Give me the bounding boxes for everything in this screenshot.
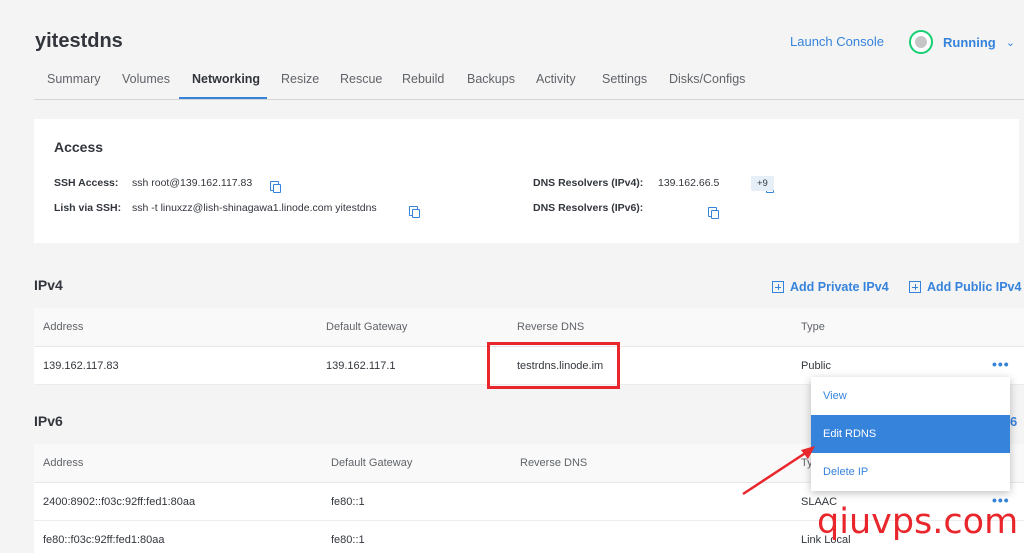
plus-box-icon [772, 281, 784, 293]
column-header: Type [801, 321, 825, 333]
plus-box-icon [909, 281, 921, 293]
ssh-access-value: ssh root@139.162.117.83 [132, 177, 253, 189]
ssh-access-label: SSH Access: [54, 177, 119, 189]
ip-address: 2400:8902::f03c:92ff:fed1:80aa [43, 496, 196, 508]
status-dropdown[interactable]: Running ⌄ [909, 30, 1015, 54]
access-heading: Access [54, 139, 104, 155]
add-public-ipv4-label: Add Public IPv4 [927, 280, 1022, 294]
tab-networking[interactable]: Networking [192, 72, 260, 86]
tab-rebuild[interactable]: Rebuild [402, 72, 444, 86]
tab-volumes[interactable]: Volumes [122, 72, 170, 86]
tab-bar: Summary Volumes Networking Resize Rescue… [34, 60, 1024, 100]
chevron-down-icon: ⌄ [1005, 36, 1015, 49]
lish-ssh-value: ssh -t linuxzz@lish-shinagawa1.linode.co… [132, 202, 377, 214]
tab-activity[interactable]: Activity [536, 72, 576, 86]
page-title: yitestdns [35, 30, 123, 52]
menu-item-edit-rdns[interactable]: Edit RDNS [811, 415, 1010, 453]
default-gateway: fe80::1 [331, 534, 365, 546]
ip-address: 139.162.117.83 [43, 360, 119, 372]
column-header: Address [43, 457, 84, 469]
column-header: Default Gateway [326, 321, 408, 333]
tab-disks-configs[interactable]: Disks/Configs [669, 72, 745, 86]
add-private-ipv4-button[interactable]: Add Private IPv4 [772, 280, 889, 294]
column-header: Reverse DNS [517, 321, 585, 333]
dns-ipv4-value: 139.162.66.5 [658, 177, 720, 189]
ipv4-heading: IPv4 [34, 277, 63, 293]
access-panel: Access SSH Access: ssh root@139.162.117.… [34, 119, 1019, 243]
annotation-highlight-box [487, 342, 620, 389]
status-ring-icon [909, 30, 933, 54]
copy-icon[interactable] [708, 207, 720, 219]
menu-item-delete-ip[interactable]: Delete IP [811, 453, 1010, 491]
dns-more-chip[interactable]: +9 [751, 176, 774, 191]
copy-icon[interactable] [270, 181, 281, 193]
menu-item-view[interactable]: View [811, 377, 1010, 415]
add-private-ipv4-label: Add Private IPv4 [790, 280, 889, 294]
active-tab-indicator [179, 97, 267, 99]
more-dots-icon[interactable]: ••• [992, 356, 1010, 372]
launch-console-link[interactable]: Launch Console [790, 34, 884, 49]
default-gateway: fe80::1 [331, 496, 365, 508]
tab-rescue[interactable]: Rescue [340, 72, 382, 86]
ip-action-menu: View Edit RDNS Delete IP [811, 377, 1010, 491]
status-label: Running [943, 34, 996, 50]
ip-type: Public [801, 360, 831, 372]
ip-address: fe80::f03c:92ff:fed1:80aa [43, 534, 165, 546]
dns-ipv6-label: DNS Resolvers (IPv6): [533, 202, 644, 214]
watermark-text: qiuvps.com [817, 502, 1019, 542]
column-header: Default Gateway [331, 457, 413, 469]
dns-ipv4-label: DNS Resolvers (IPv4): [533, 177, 644, 189]
annotation-arrow-icon [742, 446, 815, 496]
tab-backups[interactable]: Backups [467, 72, 515, 86]
tab-summary[interactable]: Summary [47, 72, 100, 86]
add-public-ipv4-button[interactable]: Add Public IPv4 [909, 280, 1021, 294]
column-header: Reverse DNS [520, 457, 588, 469]
copy-icon[interactable] [409, 206, 421, 218]
tab-settings[interactable]: Settings [602, 72, 647, 86]
default-gateway: 139.162.117.1 [326, 360, 396, 372]
ipv6-heading: IPv6 [34, 413, 63, 429]
ipv6-action-partial[interactable]: 6 [1010, 414, 1017, 429]
tab-resize[interactable]: Resize [281, 72, 319, 86]
lish-ssh-label: Lish via SSH: [54, 202, 122, 214]
column-header: Address [43, 321, 84, 333]
